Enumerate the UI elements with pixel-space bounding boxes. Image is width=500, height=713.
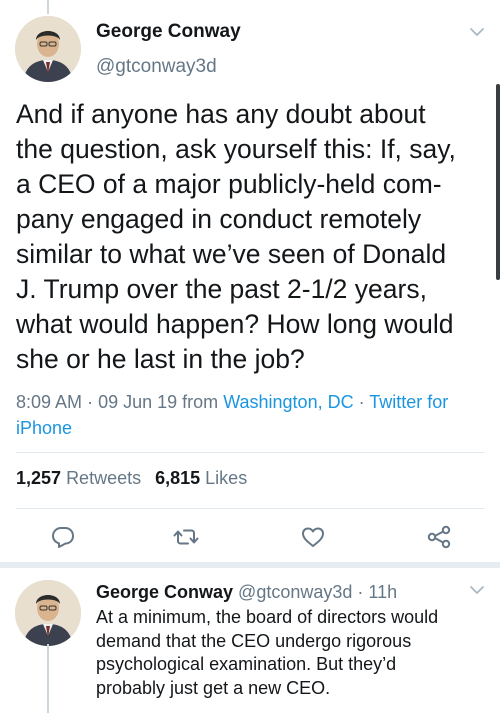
thread-connector-top <box>47 0 49 14</box>
section-separator <box>0 562 500 568</box>
heart-icon <box>302 527 324 547</box>
author-name[interactable]: George Conway <box>96 21 241 43</box>
avatar-portrait-icon <box>15 580 81 646</box>
engagement-stats: 1,257 Retweets 6,815 Likes <box>16 468 247 489</box>
thread-connector-bottom <box>47 644 49 713</box>
likes-stat[interactable]: 6,815 Likes <box>155 468 247 488</box>
tweet-text: And if anyone has any doubt about the qu… <box>16 99 456 374</box>
chevron-down-icon[interactable] <box>468 26 486 38</box>
reply-icon <box>52 527 74 548</box>
author-avatar[interactable] <box>15 16 81 82</box>
scrollbar-thumb[interactable] <box>496 84 500 280</box>
meta-separator: · <box>87 392 94 412</box>
share-icon <box>427 525 451 549</box>
reply-header: George Conway @gtconway3d · 11h <box>96 582 397 603</box>
divider <box>16 452 484 453</box>
chevron-down-icon[interactable] <box>468 584 486 596</box>
reply-text: At a minimum, the board of directors wou… <box>96 607 439 698</box>
retweets-label: Retweets <box>66 468 142 488</box>
reply-author-handle[interactable]: @gtconway3d <box>238 582 352 602</box>
retweet-icon <box>173 529 199 545</box>
retweets-stat[interactable]: 1,257 Retweets <box>16 468 141 488</box>
author-handle[interactable]: @gtconway3d <box>96 56 217 78</box>
reply-author-avatar[interactable] <box>15 580 81 646</box>
meta-separator: · <box>358 392 365 412</box>
retweets-count: 1,257 <box>16 468 62 488</box>
likes-count: 6,815 <box>155 468 201 488</box>
divider <box>16 508 484 509</box>
location-link[interactable]: Washington, DC <box>223 392 353 412</box>
tweet-date: 09 Jun 19 <box>98 392 178 412</box>
like-button[interactable] <box>300 524 326 550</box>
reply-author-name[interactable]: George Conway <box>96 582 233 602</box>
reply-button[interactable] <box>50 524 76 550</box>
from-label: from <box>182 392 219 412</box>
retweet-button[interactable] <box>173 524 199 550</box>
tweet-meta: 8:09 AM · 09 Jun 19 from Washington, DC … <box>16 389 486 441</box>
likes-label: Likes <box>205 468 248 488</box>
tweet-time: 8:09 AM <box>16 392 83 412</box>
reply-age: 11h <box>368 582 398 602</box>
avatar-portrait-icon <box>15 16 81 82</box>
meta-separator: · <box>357 582 364 602</box>
share-button[interactable] <box>426 524 452 550</box>
